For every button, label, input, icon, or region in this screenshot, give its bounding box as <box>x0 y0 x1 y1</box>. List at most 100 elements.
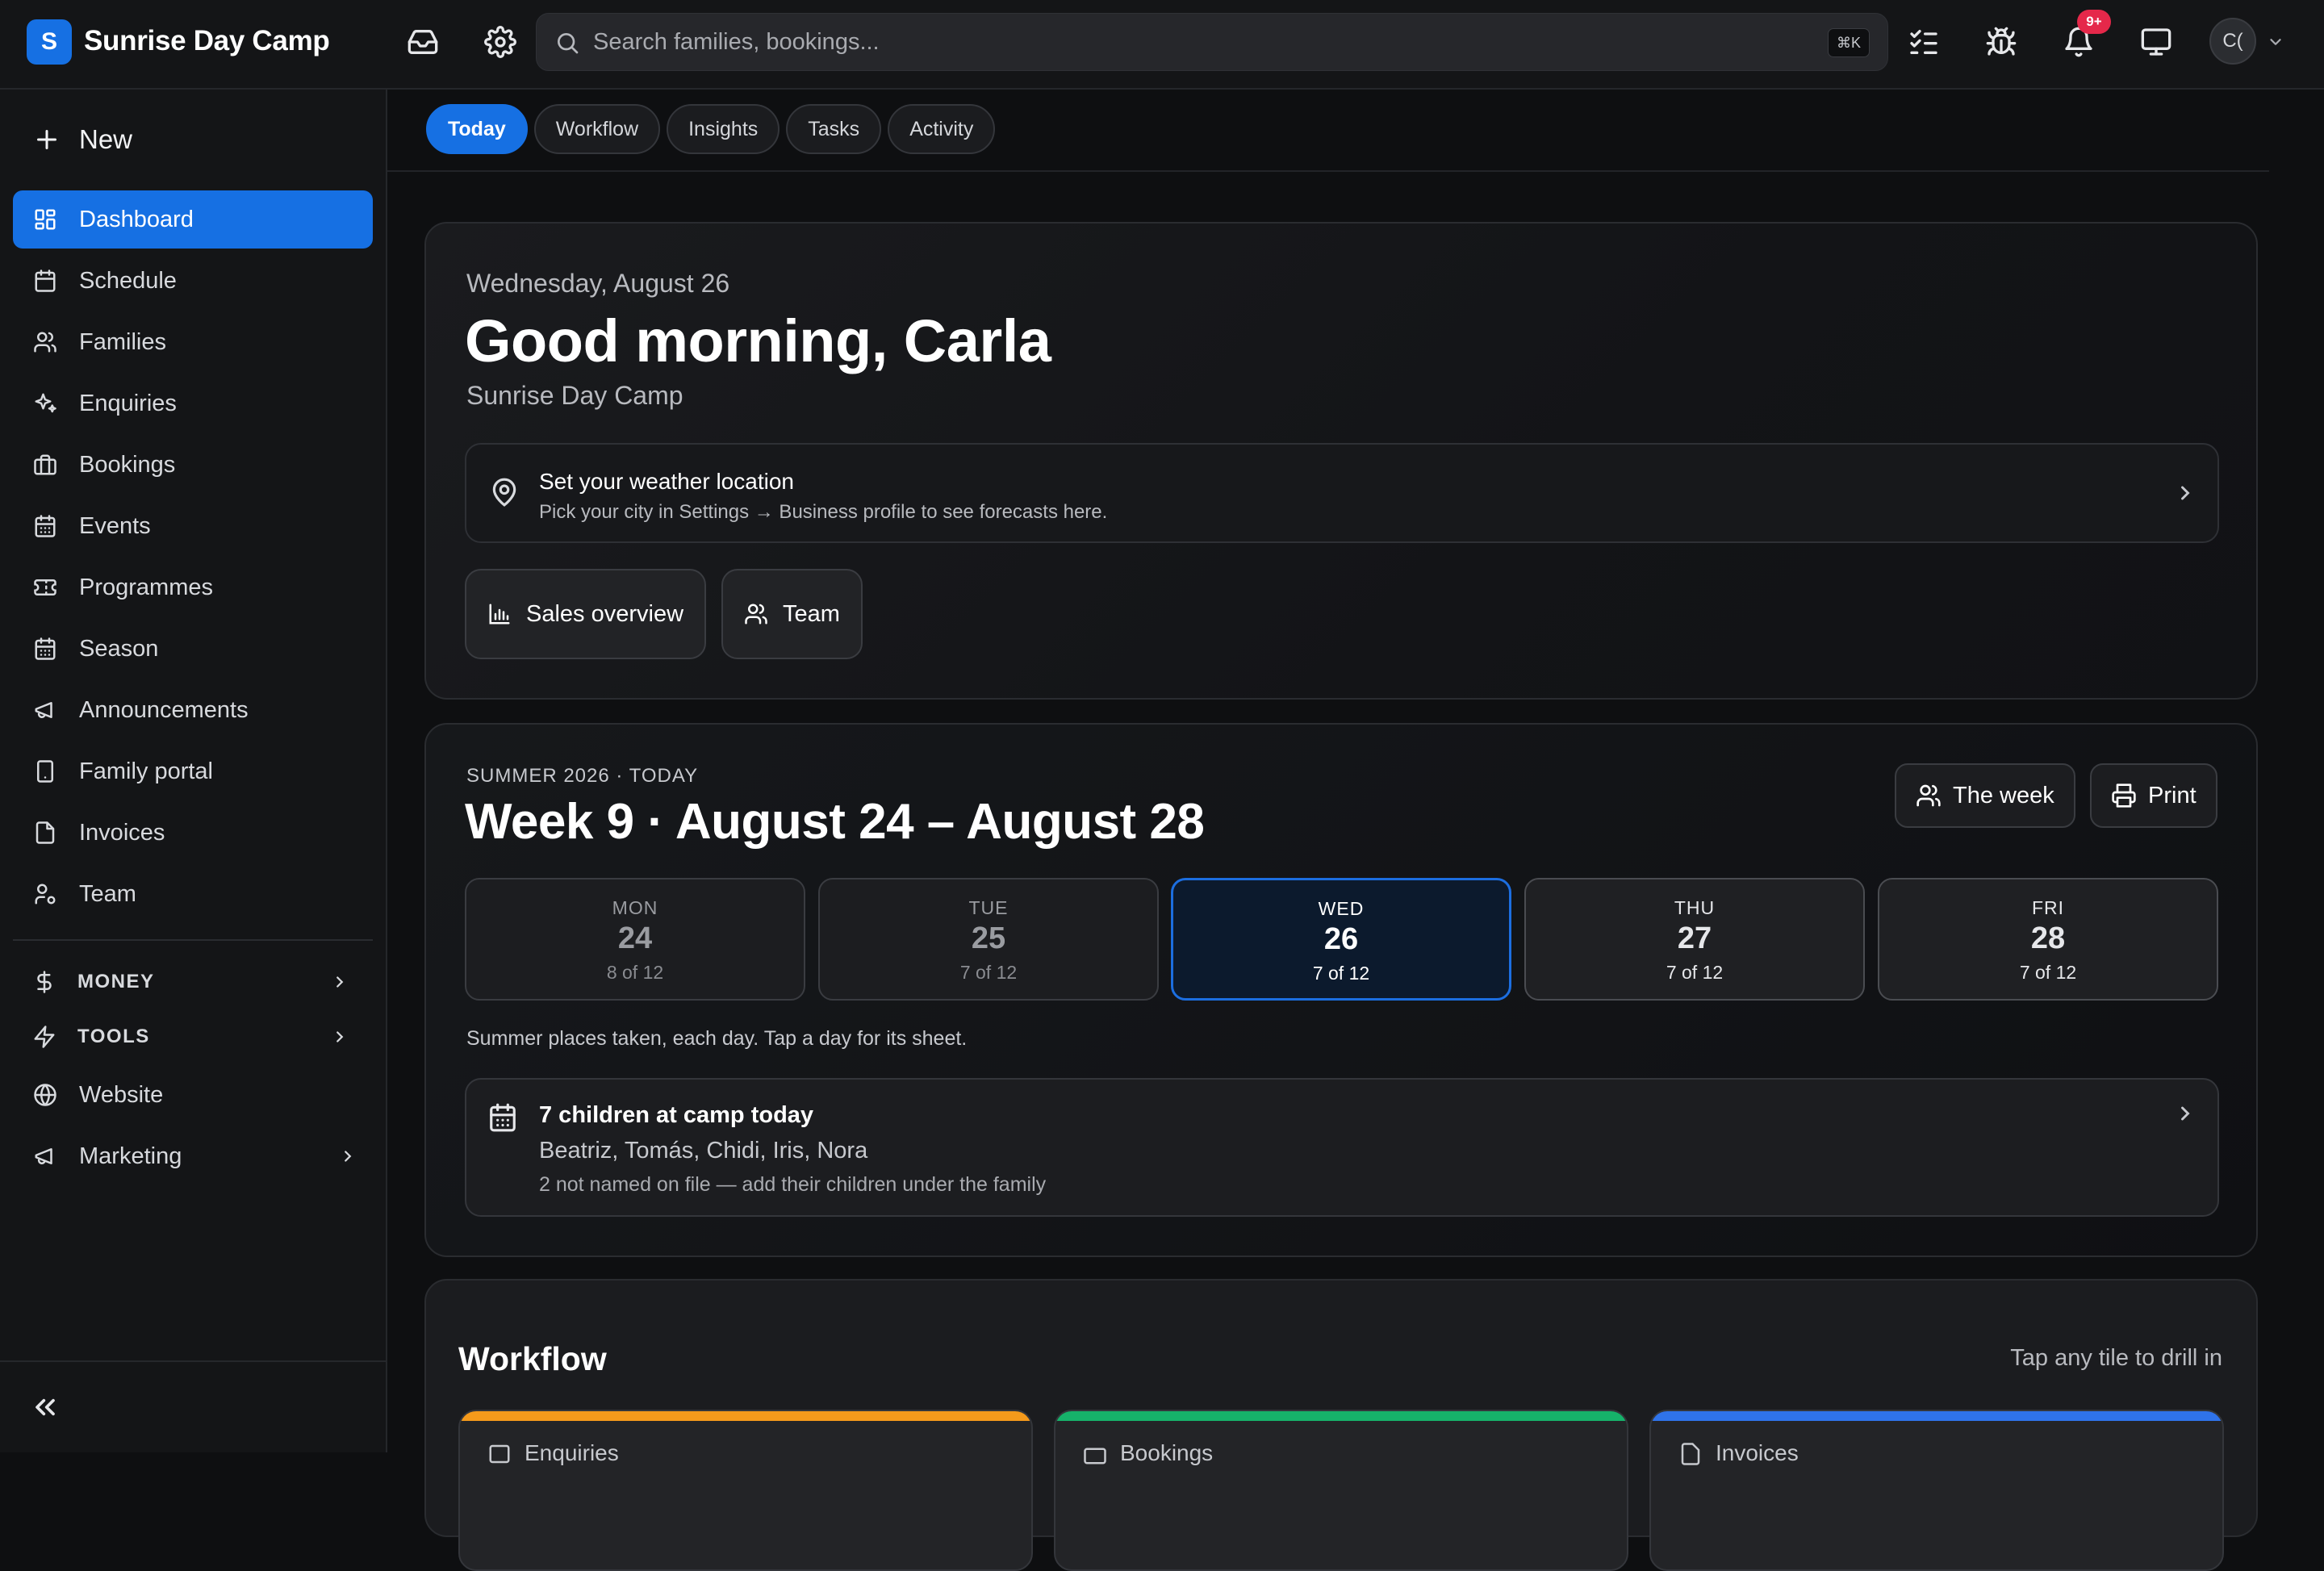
plus-icon <box>32 125 61 154</box>
sidebar-item-label: Invoices <box>79 819 165 846</box>
collapse-sidebar-icon[interactable] <box>29 1391 61 1423</box>
sidebar-item-team[interactable]: Team <box>13 865 373 923</box>
tile-label: Bookings <box>1120 1440 1214 1465</box>
day-name: THU <box>1674 897 1716 918</box>
chevron-right-icon <box>331 1028 349 1046</box>
printer-icon <box>2111 783 2137 808</box>
sidebar-item-family-portal[interactable]: Family portal <box>13 742 373 800</box>
calendar-grid-icon <box>487 1102 518 1133</box>
monitor-icon[interactable] <box>2138 24 2174 60</box>
tab-activity[interactable]: Activity <box>888 104 996 154</box>
sidebar-item-label: Families <box>79 328 166 355</box>
day-card-mon[interactable]: MON 24 8 of 12 <box>465 878 805 1001</box>
search-input[interactable] <box>593 14 1787 70</box>
camp-today-panel[interactable]: 7 children at camp today Beatriz, Tomás,… <box>465 1078 2219 1217</box>
calendar-icon <box>32 268 58 294</box>
tile-accent-bar <box>460 1411 1031 1421</box>
workflow-tile-invoices[interactable]: Invoices <box>1649 1410 2224 1571</box>
top-bar: S Sunrise Day Camp ⌘K 9+ C( <box>0 0 2324 90</box>
search-icon <box>554 30 580 56</box>
tab-today[interactable]: Today <box>426 104 528 154</box>
sidebar-item-label: Bookings <box>79 451 176 478</box>
checklist-icon[interactable] <box>1906 24 1942 60</box>
sidebar-item-families[interactable]: Families <box>13 313 373 371</box>
briefcase-icon <box>32 452 58 478</box>
sparkles-icon <box>32 391 58 416</box>
sidebar-item-label: Enquiries <box>79 390 177 416</box>
day-card-tue[interactable]: TUE 25 7 of 12 <box>818 878 1159 1001</box>
new-button[interactable]: New <box>32 114 132 165</box>
weather-location-prompt[interactable]: Set your weather location Pick your city… <box>465 443 2219 543</box>
search-shortcut-hint: ⌘K <box>1827 28 1870 57</box>
tab-tasks[interactable]: Tasks <box>786 104 882 154</box>
dollar-icon <box>32 970 56 994</box>
day-number: 25 <box>971 921 1006 955</box>
team-button[interactable]: Team <box>721 569 863 659</box>
day-capacity: 8 of 12 <box>606 962 664 983</box>
sidebar-item-website[interactable]: Website <box>13 1066 373 1124</box>
sidebar-item-label: Events <box>79 512 151 539</box>
sidebar-section-money[interactable]: MONEY <box>13 956 373 1008</box>
team-button-label: Team <box>783 600 840 627</box>
gear-icon[interactable] <box>483 24 518 60</box>
day-card-fri[interactable]: FRI 28 7 of 12 <box>1878 878 2218 1001</box>
sidebar-divider <box>13 939 373 941</box>
workflow-tile-enquiries[interactable]: Enquiries <box>458 1410 1033 1571</box>
sidebar-item-label: Dashboard <box>79 206 194 232</box>
user-avatar[interactable]: C( <box>2209 18 2256 65</box>
greeting-title: Good morning, Carla <box>465 307 1051 374</box>
tab-insights[interactable]: Insights <box>667 104 780 154</box>
day-number: 24 <box>617 921 653 955</box>
tile-accent-bar <box>1651 1411 2222 1421</box>
camp-today-title: 7 children at camp today <box>539 1102 814 1128</box>
sidebar-item-season[interactable]: Season <box>13 620 373 678</box>
sidebar-item-events[interactable]: Events <box>13 497 373 555</box>
day-card-thu[interactable]: THU 27 7 of 12 <box>1524 878 1865 1001</box>
chevron-right-icon <box>331 973 349 991</box>
the-week-button[interactable]: The week <box>1895 763 2075 828</box>
users-icon <box>32 329 58 355</box>
sidebar-section-tools[interactable]: TOOLS <box>13 1011 373 1063</box>
tile-accent-bar <box>1055 1411 1627 1421</box>
dashboard-icon <box>32 207 58 232</box>
sidebar-footer-divider <box>0 1360 386 1362</box>
print-button[interactable]: Print <box>2090 763 2217 828</box>
camp-today-names: Beatriz, Tomás, Chidi, Iris, Nora <box>539 1138 868 1164</box>
chevron-down-icon[interactable] <box>2261 24 2290 60</box>
search-bar[interactable]: ⌘K <box>536 13 1888 71</box>
chevron-right-icon <box>2174 1102 2197 1125</box>
sidebar-item-bookings[interactable]: Bookings <box>13 436 373 494</box>
day-capacity: 7 of 12 <box>1666 962 1724 983</box>
print-label: Print <box>2148 782 2197 808</box>
users-icon <box>744 602 768 626</box>
app-logo[interactable]: S <box>27 19 72 65</box>
sidebar-item-enquiries[interactable]: Enquiries <box>13 374 373 432</box>
tile-label: Invoices <box>1716 1440 1799 1465</box>
weather-title: Set your weather location <box>539 469 794 494</box>
day-capacity: 7 of 12 <box>1312 963 1370 984</box>
tabs-divider <box>387 170 2269 172</box>
day-name: TUE <box>968 897 1009 918</box>
app-name[interactable]: Sunrise Day Camp <box>84 25 330 57</box>
business-name: Sunrise Day Camp <box>466 381 683 410</box>
sidebar-item-announcements[interactable]: Announcements <box>13 681 373 739</box>
sales-overview-button[interactable]: Sales overview <box>465 569 707 659</box>
sidebar-item-marketing[interactable]: Marketing <box>13 1127 373 1185</box>
week-card: SUMMER 2026 · TODAY Week 9 · August 24 –… <box>424 723 2258 1257</box>
season-label: SUMMER 2026 · TODAY <box>466 765 699 787</box>
day-card-wed[interactable]: WED 26 7 of 12 <box>1171 878 1511 1001</box>
new-button-label: New <box>79 124 133 154</box>
day-name: MON <box>612 897 658 918</box>
sidebar-item-schedule[interactable]: Schedule <box>13 252 373 310</box>
sidebar-item-programmes[interactable]: Programmes <box>13 558 373 616</box>
bug-icon[interactable] <box>1983 24 2019 60</box>
sidebar-item-invoices[interactable]: Invoices <box>13 804 373 862</box>
week-note: Summer places taken, each day. Tap a day… <box>466 1027 968 1050</box>
inbox-icon <box>487 1442 512 1466</box>
sidebar-item-label: Marketing <box>79 1143 182 1169</box>
tab-workflow[interactable]: Workflow <box>533 104 661 154</box>
sidebar-item-dashboard[interactable]: Dashboard <box>13 190 373 249</box>
inbox-icon[interactable] <box>405 24 441 60</box>
workflow-tile-bookings[interactable]: Bookings <box>1054 1410 1628 1571</box>
sidebar-item-label: Schedule <box>79 267 177 294</box>
